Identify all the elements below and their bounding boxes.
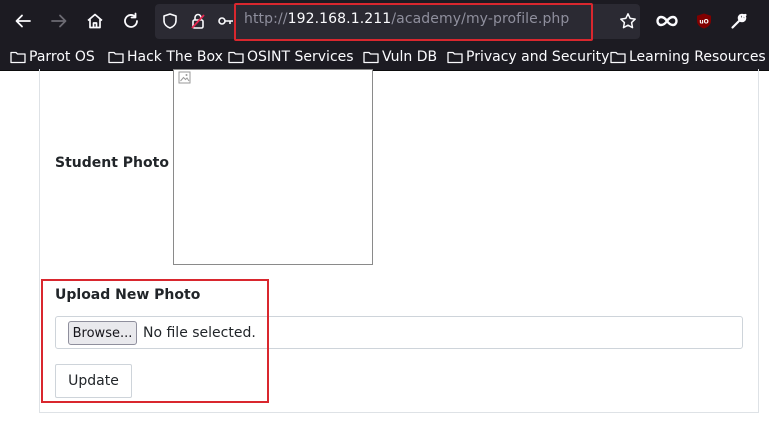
broken-image-icon [178, 71, 191, 84]
student-photo-label: Student Photo [55, 155, 169, 171]
bookmark-label: Learning Resources [629, 49, 766, 65]
bookmark-privacy-and-security[interactable]: Privacy and Security [447, 47, 609, 67]
folder-icon [447, 51, 463, 64]
bookmark-parrot-os[interactable]: Parrot OS [10, 47, 95, 67]
forward-icon[interactable] [45, 7, 73, 35]
home-icon[interactable] [81, 7, 109, 35]
bookmark-hack-the-box[interactable]: Hack The Box [108, 47, 223, 67]
bookmark-label: Hack The Box [127, 49, 223, 65]
svg-text:uO: uO [699, 19, 708, 26]
bookmark-label: Vuln DB [382, 49, 438, 65]
update-button[interactable]: Update [55, 364, 132, 398]
lock-insecure-icon[interactable] [184, 7, 212, 35]
upload-new-photo-label: Upload New Photo [55, 287, 201, 303]
url-scheme: http:// [244, 11, 288, 27]
wrench-icon[interactable] [725, 7, 753, 35]
infinity-icon[interactable] [653, 7, 681, 35]
folder-icon [363, 51, 379, 64]
folder-icon [610, 51, 626, 64]
bookmarks-toolbar: Parrot OS Hack The Box OSINT Services Vu… [0, 43, 769, 71]
photo-file-input[interactable]: Browse... No file selected. [55, 316, 743, 349]
browse-button[interactable]: Browse... [68, 321, 137, 345]
browser-toolbar: http://192.168.1.211/academy/my-profile.… [0, 0, 769, 43]
key-icon[interactable] [212, 7, 240, 35]
bookmark-learning-resources[interactable]: Learning Resources [610, 47, 766, 67]
bookmark-label: Parrot OS [29, 49, 95, 65]
star-icon[interactable] [614, 7, 642, 35]
bookmark-osint-services[interactable]: OSINT Services [228, 47, 354, 67]
url-host: 192.168.1.211 [287, 11, 392, 27]
folder-icon [108, 51, 124, 64]
shield-icon[interactable] [156, 7, 184, 35]
folder-icon [10, 51, 26, 64]
bookmark-vuln-db[interactable]: Vuln DB [363, 47, 437, 67]
student-photo-frame [173, 69, 373, 265]
file-status-text: No file selected. [143, 325, 256, 341]
page-content: Student Photo Upload New Photo Browse...… [0, 69, 769, 441]
bookmark-label: Privacy and Security [466, 49, 610, 65]
url-text[interactable]: http://192.168.1.211/academy/my-profile.… [244, 11, 569, 27]
ublock-icon[interactable]: uO [690, 7, 718, 35]
url-path: /academy/my-profile.php [391, 11, 570, 27]
folder-icon [228, 51, 244, 64]
bookmark-label: OSINT Services [247, 49, 354, 65]
profile-card [39, 69, 759, 413]
reload-icon[interactable] [117, 7, 145, 35]
back-icon[interactable] [9, 7, 37, 35]
